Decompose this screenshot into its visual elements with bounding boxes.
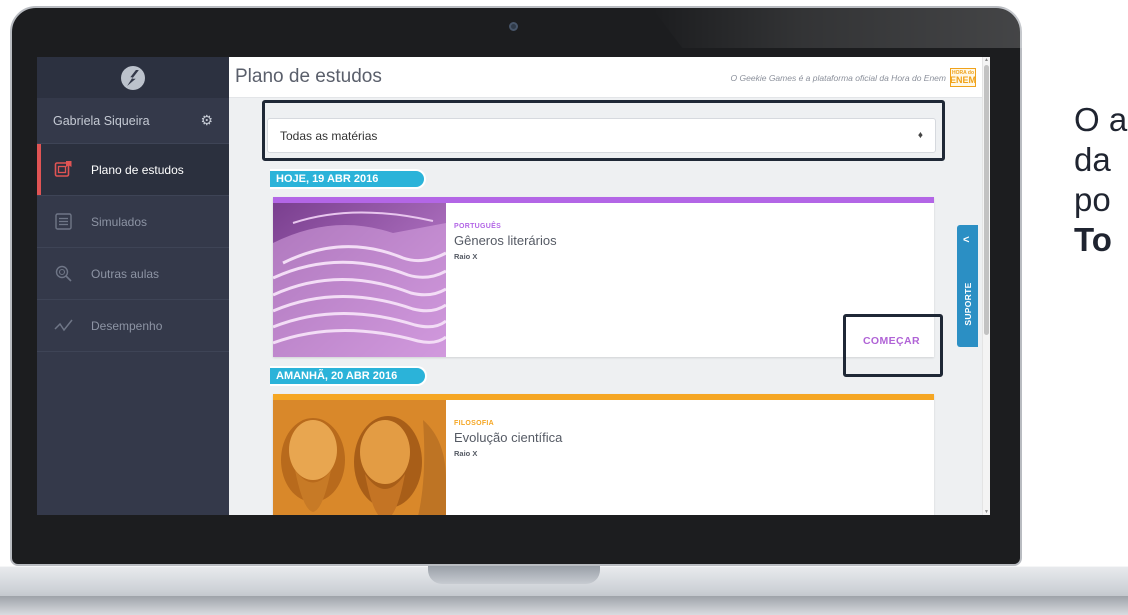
caption-line: O a bbox=[1074, 101, 1128, 138]
search-lessons-icon bbox=[54, 264, 73, 283]
card-topic: Evolução científica bbox=[454, 430, 563, 445]
support-tab[interactable]: < SUPORTE bbox=[957, 225, 978, 347]
card-source: Raio X bbox=[454, 252, 478, 261]
sidebar-item-outras-aulas[interactable]: Outras aulas bbox=[37, 248, 229, 300]
page-title: Plano de estudos bbox=[235, 66, 382, 87]
caption-line: po bbox=[1074, 181, 1111, 218]
laptop-base-edge bbox=[0, 596, 1128, 615]
scroll-down-icon[interactable]: ▼ bbox=[984, 509, 989, 515]
lid-gloss bbox=[652, 8, 1032, 48]
sidebar-item-label: Outras aulas bbox=[91, 266, 160, 281]
card-subject: PORTUGUÊS bbox=[454, 223, 502, 230]
card-body: FILOSOFIA Evolução científica Raio X bbox=[454, 420, 562, 458]
partner-banner: O Geekie Games é a plataforma oficial da… bbox=[731, 68, 976, 87]
caption-line: da bbox=[1074, 141, 1111, 178]
sidebar-item-label: Simulados bbox=[91, 214, 148, 229]
app-screen: Gabriela Siqueira ⚙ Plano de estudos Sim… bbox=[37, 57, 990, 515]
performance-chart-icon bbox=[54, 316, 73, 335]
lesson-card-filosofia[interactable]: FILOSOFIA Evolução científica Raio X bbox=[273, 394, 934, 515]
laptop-hinge-notch bbox=[428, 566, 600, 584]
support-label: SUPORTE bbox=[963, 282, 973, 326]
sidebar: Gabriela Siqueira ⚙ Plano de estudos Sim… bbox=[37, 57, 229, 515]
sidebar-item-label: Plano de estudos bbox=[91, 162, 184, 177]
hora-do-enem-logo[interactable]: HORA do ENEM bbox=[950, 68, 976, 87]
study-plan-icon bbox=[54, 160, 73, 179]
scroll-up-icon[interactable]: ▲ bbox=[984, 57, 989, 63]
subject-filter-value: Todas as matérias bbox=[280, 128, 378, 143]
top-bar: Plano de estudos O Geekie Games é a plat… bbox=[229, 57, 990, 98]
date-label-today: HOJE, 19 ABR 2016 bbox=[270, 169, 426, 189]
user-name: Gabriela Siqueira bbox=[53, 113, 150, 128]
sidebar-item-plano-de-estudos[interactable]: Plano de estudos bbox=[37, 144, 229, 196]
app-logo[interactable] bbox=[37, 57, 229, 98]
logo-bottom-text: ENEM bbox=[950, 74, 977, 85]
card-source: Raio X bbox=[454, 449, 478, 458]
card-subject: FILOSOFIA bbox=[454, 420, 495, 427]
subject-filter-select[interactable]: Todas as matérias ♦ bbox=[267, 118, 936, 153]
scrollbar[interactable]: ▲ ▼ bbox=[982, 57, 990, 515]
exam-list-icon bbox=[54, 212, 73, 231]
card-topic: Gêneros literários bbox=[454, 233, 557, 248]
main-content: Plano de estudos O Geekie Games é a plat… bbox=[229, 57, 990, 515]
side-caption: O a da po To bbox=[1074, 100, 1127, 260]
start-lesson-button[interactable]: COMEÇAR bbox=[863, 335, 920, 347]
gear-icon[interactable]: ⚙ bbox=[200, 112, 213, 129]
date-label-tomorrow: AMANHÃ, 20 ABR 2016 bbox=[270, 366, 427, 386]
philosopher-busts-photo bbox=[273, 400, 446, 515]
user-profile-row[interactable]: Gabriela Siqueira ⚙ bbox=[37, 98, 229, 144]
open-book-photo bbox=[273, 203, 446, 357]
chevron-left-icon: < bbox=[963, 234, 970, 246]
caption-line: To bbox=[1074, 221, 1112, 258]
partner-tagline: O Geekie Games é a plataforma oficial da… bbox=[730, 72, 946, 83]
sidebar-item-desempenho[interactable]: Desempenho bbox=[37, 300, 229, 352]
scroll-thumb[interactable] bbox=[984, 65, 989, 335]
card-body: PORTUGUÊS Gêneros literários Raio X bbox=[454, 223, 557, 261]
lightning-logo-icon bbox=[121, 65, 145, 90]
sidebar-item-simulados[interactable]: Simulados bbox=[37, 196, 229, 248]
webcam-icon bbox=[509, 22, 518, 31]
select-arrows-icon: ♦ bbox=[917, 130, 923, 141]
lesson-card-portugues[interactable]: PORTUGUÊS Gêneros literários Raio X COME… bbox=[273, 197, 934, 357]
sidebar-item-label: Desempenho bbox=[91, 318, 163, 333]
